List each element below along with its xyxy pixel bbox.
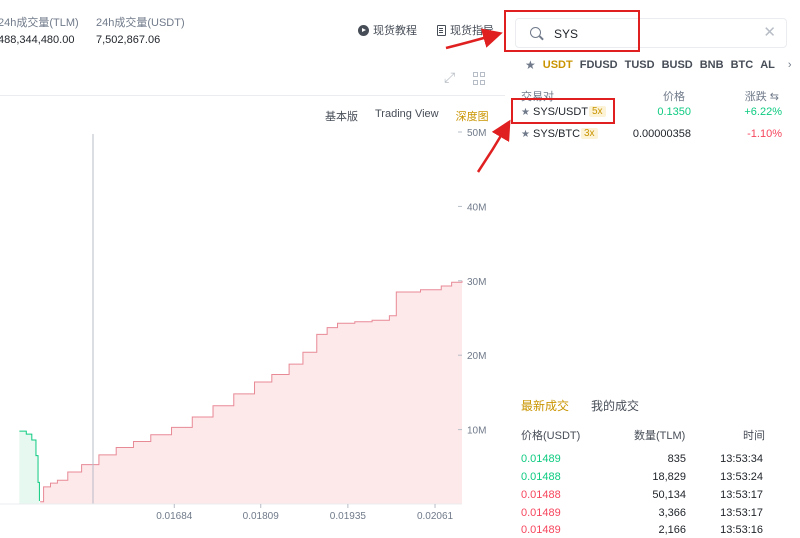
pairs-col-change[interactable]: 涨跌 ⇆ <box>745 88 779 104</box>
layout-grid-icon[interactable] <box>473 72 486 85</box>
trades-col-time: 时间 <box>743 430 765 442</box>
tab-quote-tusd[interactable]: TUSD <box>625 59 655 71</box>
asks-area <box>40 280 463 504</box>
tab-quote-alts[interactable]: AL <box>760 59 775 71</box>
close-icon[interactable]: ✕ <box>763 24 776 42</box>
trade-time: 13:53:24 <box>720 471 763 483</box>
stat-value: 488,344,480.00 <box>0 34 75 46</box>
expand-icon[interactable] <box>444 69 457 86</box>
x-tick-label: 0.01935 <box>330 511 367 522</box>
pair-price: 0.00000358 <box>632 128 691 140</box>
trade-amount: 18,829 <box>652 471 686 483</box>
play-icon <box>358 24 369 36</box>
stat-volume-base: 24h成交量(TLM) 488,344,480.00 <box>0 14 79 46</box>
spot-tutorial-link[interactable]: 现货教程 <box>358 22 417 38</box>
y-tick-label: 30M <box>467 277 486 288</box>
tab-quote-fdusd[interactable]: FDUSD <box>580 59 618 71</box>
trades-tabs: 最新成交 我的成交 <box>521 397 639 414</box>
y-tick-label: 20M <box>467 351 486 362</box>
star-icon[interactable]: ★ <box>521 129 530 140</box>
tab-quote-btc[interactable]: BTC <box>731 59 754 71</box>
pairs-col-price: 价格 <box>663 91 685 103</box>
trade-row: 0.01489 3,366 13:53:17 <box>521 507 765 523</box>
trades-col-price: 价格(USDT) <box>521 430 581 442</box>
trade-amount: 2,166 <box>658 524 686 536</box>
x-tick-label: 0.01684 <box>156 511 193 522</box>
document-icon <box>437 24 446 36</box>
tab-quote-usdt[interactable]: USDT <box>543 59 573 71</box>
x-tick-label: 0.02061 <box>417 511 454 522</box>
y-tick-label: 40M <box>467 202 486 213</box>
tab-my-trades[interactable]: 我的成交 <box>591 397 639 414</box>
spot-guide-link[interactable]: 现货指导 <box>437 22 494 38</box>
leverage-badge: 3x <box>581 128 598 139</box>
trade-row: 0.01488 50,134 13:53:17 <box>521 489 765 505</box>
chevron-right-icon[interactable]: › <box>788 59 792 71</box>
x-tick-label: 0.01809 <box>243 511 280 522</box>
stat-label: 24h成交量(TLM) <box>0 17 79 29</box>
top-links: 现货教程 现货指导 <box>358 22 494 38</box>
trade-time: 13:53:16 <box>720 524 763 536</box>
favorites-star-icon[interactable]: ★ <box>525 58 536 72</box>
trade-amount: 50,134 <box>652 489 686 501</box>
stat-value: 7,502,867.06 <box>96 34 161 46</box>
depth-chart: 0.01684 0.01809 0.01935 0.02061 10M 20M 30M 40M… <box>0 128 486 522</box>
trade-time: 13:53:34 <box>720 453 763 465</box>
stat-volume-quote: 24h成交量(USDT) 7,502,867.06 <box>96 14 185 46</box>
trade-time: 13:53:17 <box>720 489 763 501</box>
tab-quote-busd[interactable]: BUSD <box>662 59 693 71</box>
pair-change: -1.10% <box>747 128 782 140</box>
trade-amount: 3,366 <box>658 507 686 519</box>
trades-col-amount: 数量(TLM) <box>634 430 686 442</box>
pair-name: SYS/BTC <box>533 128 581 140</box>
trade-price: 0.01489 <box>521 524 561 536</box>
y-tick-label: 50M <box>467 128 486 139</box>
annotation-box-search <box>504 10 640 52</box>
pair-change: +6.22% <box>744 106 782 118</box>
trade-time: 13:53:17 <box>720 507 763 519</box>
trade-price: 0.01488 <box>521 471 561 483</box>
trade-row: 0.01489 835 13:53:34 <box>521 453 765 469</box>
tab-quote-bnb[interactable]: BNB <box>700 59 724 71</box>
trade-price: 0.01489 <box>521 453 561 465</box>
trade-amount: 835 <box>667 453 686 465</box>
tab-latest-trades[interactable]: 最新成交 <box>521 397 569 414</box>
spot-guide-label: 现货指导 <box>450 25 494 37</box>
quote-asset-tabs: ★ USDT FDUSD TUSD BUSD BNB BTC AL › <box>525 58 792 72</box>
pair-row-sys-btc[interactable]: ★ SYS/BTC 3x 0.00000358 -1.10% <box>521 128 782 146</box>
chart-tools <box>444 69 486 86</box>
stat-label: 24h成交量(USDT) <box>96 17 185 29</box>
trade-row: 0.01488 18,829 13:53:24 <box>521 471 765 487</box>
y-tick-label: 10M <box>467 426 486 437</box>
annotation-box-pair <box>511 98 615 124</box>
spot-tutorial-label: 现货教程 <box>373 25 417 37</box>
markets-panel: ✕ ★ USDT FDUSD TUSD BUSD BNB BTC AL › 交易… <box>505 0 800 538</box>
trade-price: 0.01489 <box>521 507 561 519</box>
pair-price: 0.1350 <box>657 106 691 118</box>
trade-row: 0.01489 2,166 13:53:16 <box>521 524 765 538</box>
trade-price: 0.01488 <box>521 489 561 501</box>
